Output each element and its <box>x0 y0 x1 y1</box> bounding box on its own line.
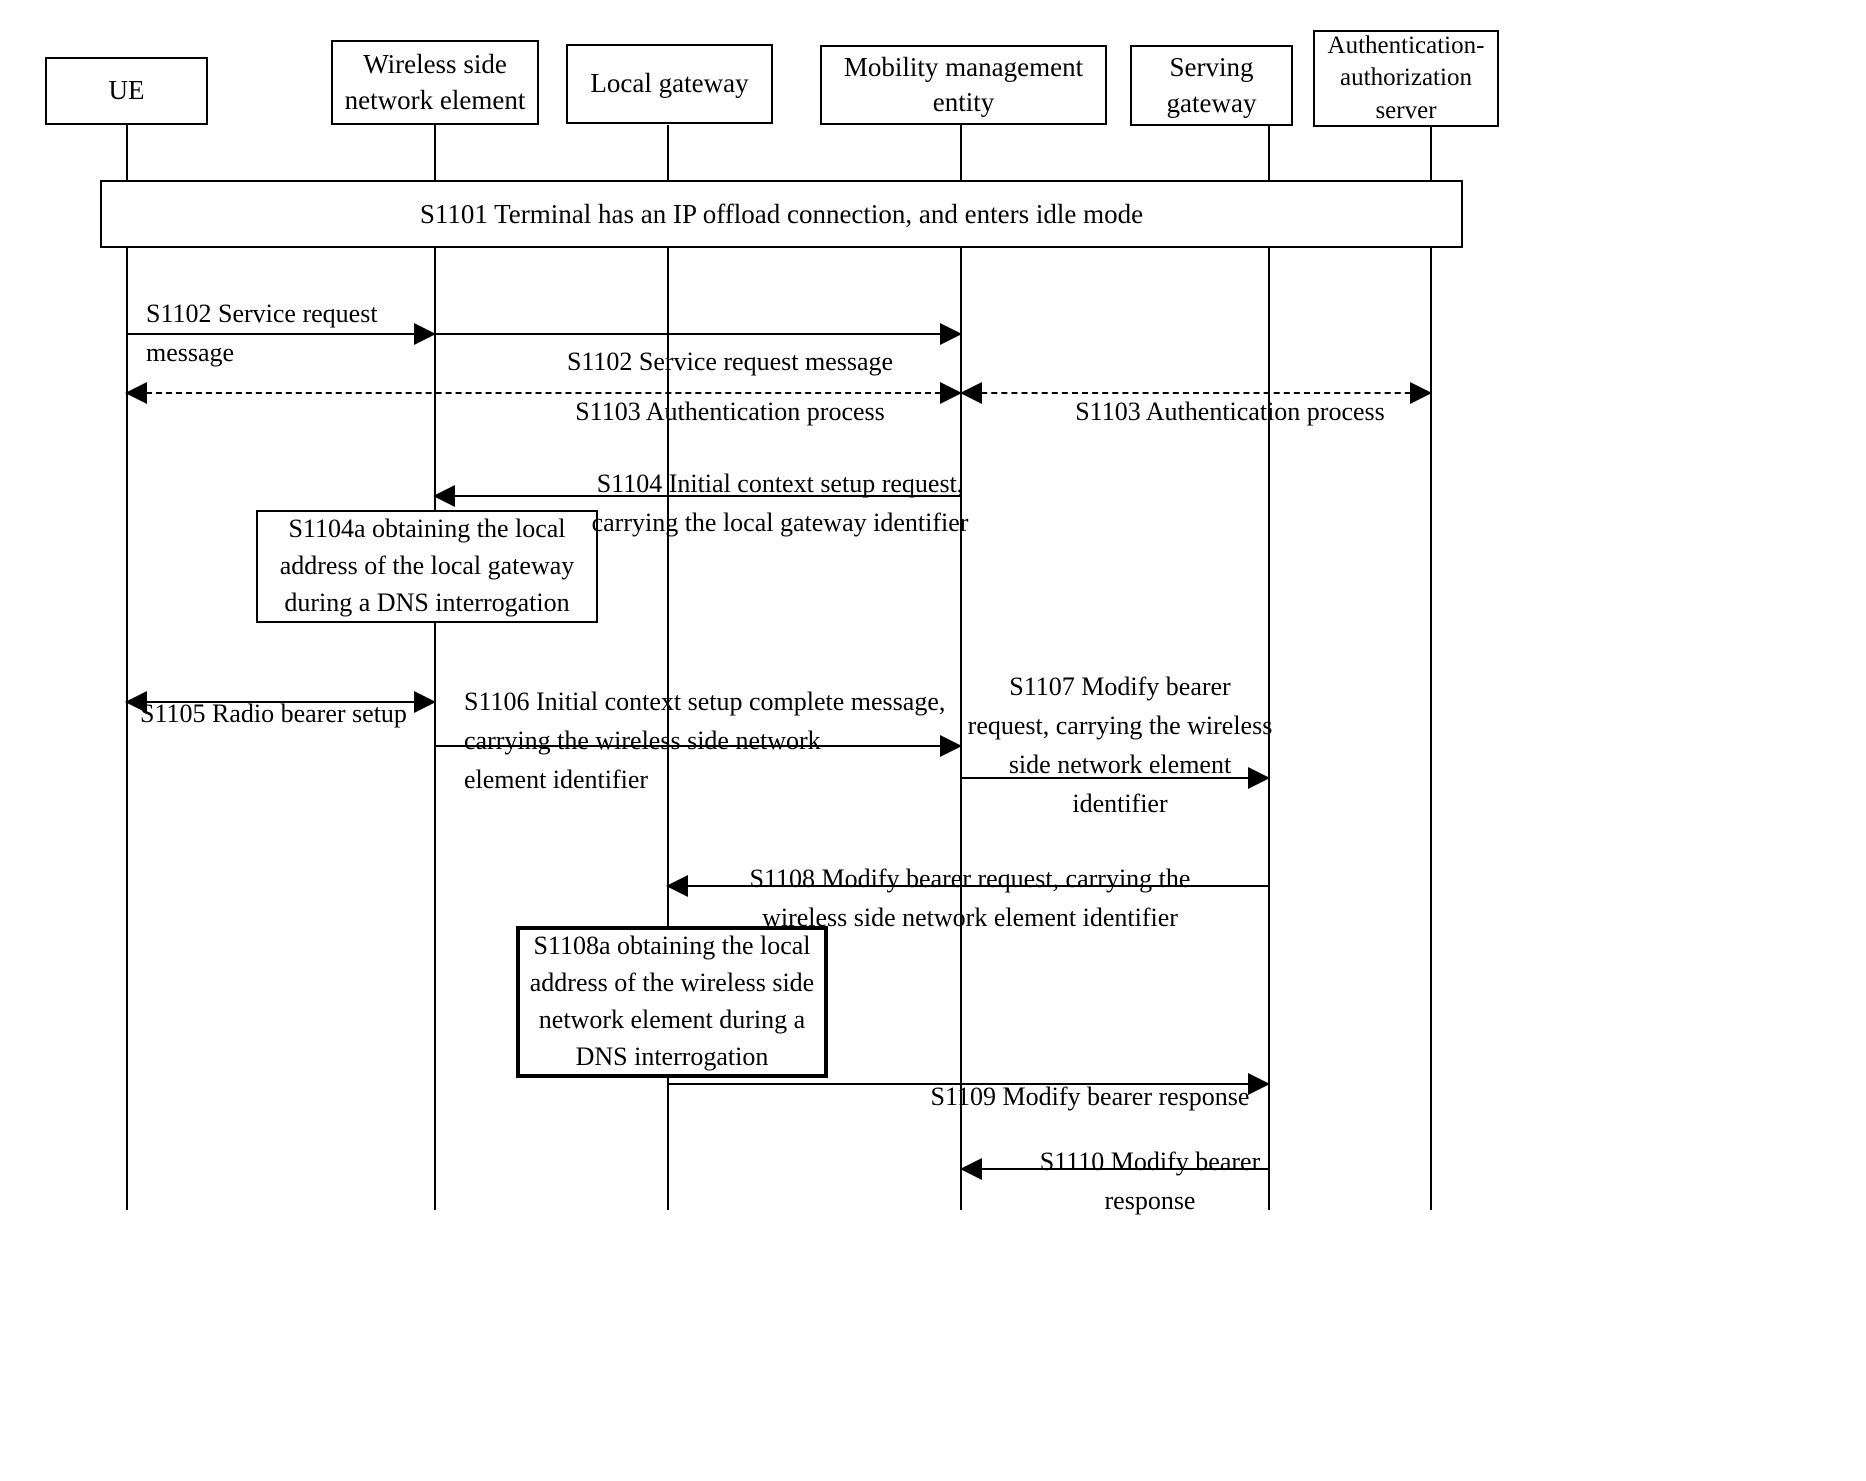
actor-wsne-label: Wireless side network element <box>344 49 526 115</box>
lifeline-ue <box>126 125 128 1210</box>
label-s1102a: S1102 Service request message <box>146 299 378 367</box>
label-s1108: S1108 Modify bearer request, carrying th… <box>749 864 1191 932</box>
actor-aaa-label: Authentication- authorization server <box>1327 31 1485 124</box>
actor-sgw-label: Serving gateway <box>1166 52 1257 118</box>
arrowhead-left-icon <box>666 875 688 897</box>
banner-s1101-text: S1101 Terminal has an IP offload connect… <box>419 198 1144 229</box>
actor-mobility-management-entity[interactable]: Mobility management entity <box>820 45 1107 125</box>
actor-authentication-authorization-server[interactable]: Authentication- authorization server <box>1313 30 1499 127</box>
actor-local-gateway[interactable]: Local gateway <box>566 44 773 124</box>
arrowhead-left-icon <box>125 382 147 404</box>
actor-serving-gateway[interactable]: Serving gateway <box>1130 45 1293 126</box>
label-s1104: S1104 Initial context setup request, car… <box>591 469 969 537</box>
actor-ue-label: UE <box>108 75 145 106</box>
arrowhead-left-icon <box>433 485 455 507</box>
actor-mme-label: Mobility management entity <box>843 51 1084 117</box>
actor-wireless-side-network-element[interactable]: Wireless side network element <box>331 40 539 125</box>
lifeline-aaa <box>1430 127 1432 1210</box>
label-s1110: S1110 Modify bearer response <box>1039 1147 1261 1215</box>
banner-s1101: S1101 Terminal has an IP offload connect… <box>100 180 1463 248</box>
sequence-diagram: UE Wireless side network element Local g… <box>0 0 1866 1481</box>
arrowhead-left-icon <box>960 1158 982 1180</box>
actor-ue[interactable]: UE <box>45 57 208 125</box>
actor-lgw-label: Local gateway <box>590 68 749 99</box>
label-s1105: S1105 Radio bearer setup <box>140 699 407 728</box>
